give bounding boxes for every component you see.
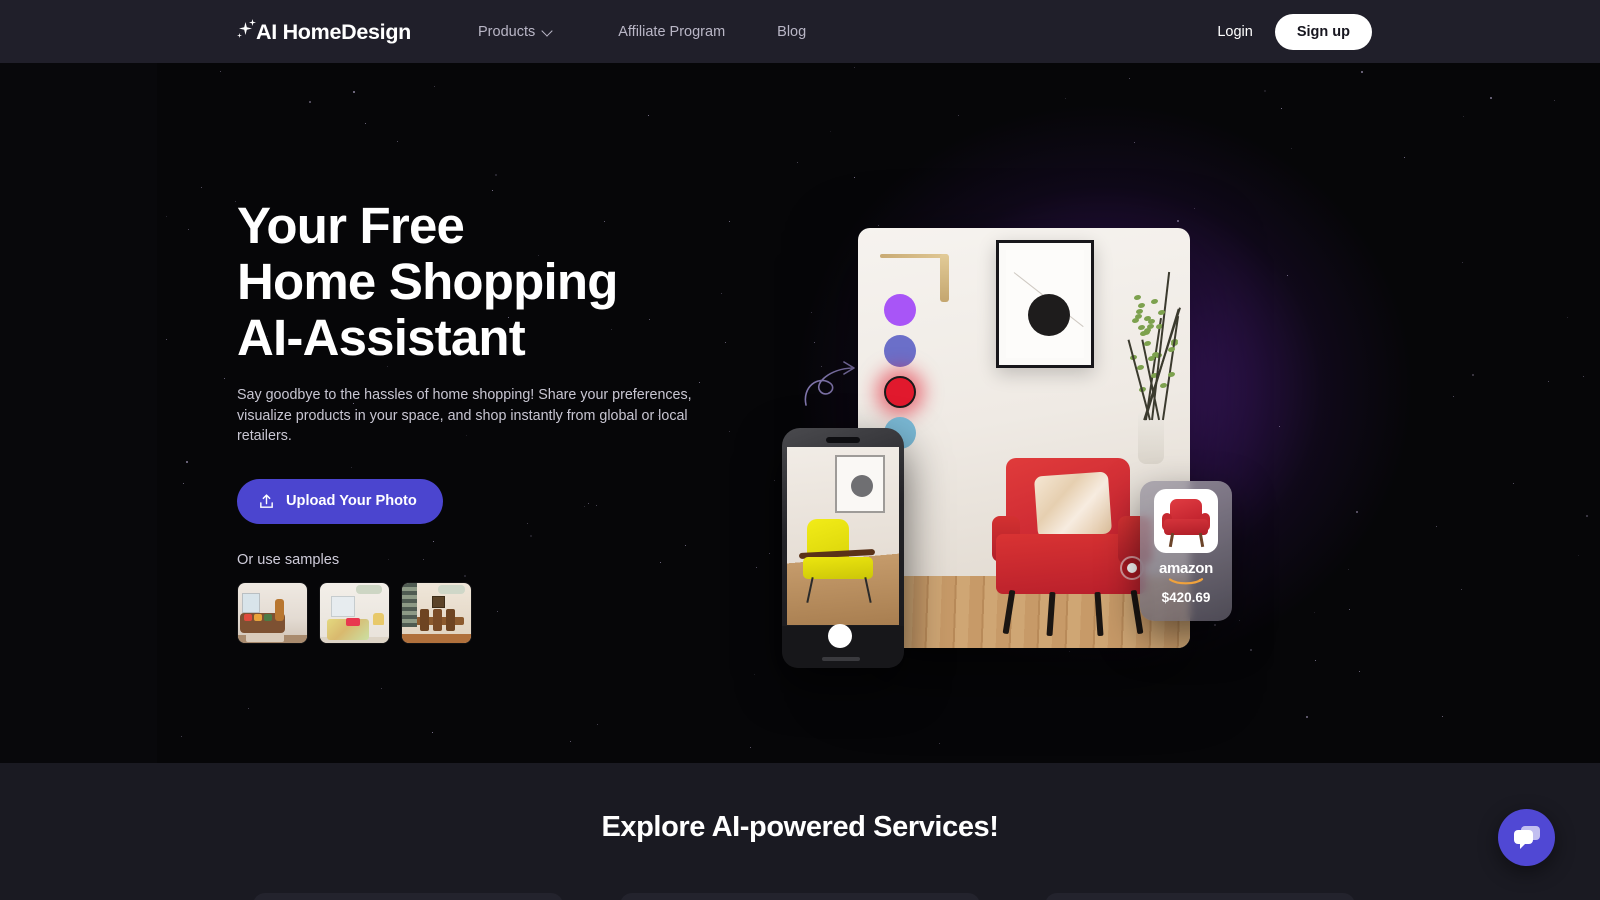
service-card-3[interactable] (1045, 893, 1355, 900)
logo-text-rest: HomeDesign (276, 19, 412, 44)
product-price: $420.69 (1161, 590, 1211, 605)
nav-item-affiliate-program-label: Affiliate Program (618, 23, 726, 40)
nav-item-blog-label: Blog (777, 23, 807, 40)
wall-art-frame (996, 240, 1094, 368)
throw-pillow (1033, 471, 1113, 539)
nav-links: Products Affiliate Program Blog (478, 0, 806, 63)
login-link[interactable]: Login (1217, 24, 1252, 40)
services-heading: Explore AI-powered Services! (601, 811, 999, 843)
product-thumbnail (1154, 489, 1218, 553)
product-price-card[interactable]: amazon $420.69 (1140, 481, 1232, 621)
phone-notch (826, 437, 860, 443)
service-card-list (0, 893, 1600, 900)
red-armchair (992, 458, 1162, 648)
nav-item-affiliate-program[interactable]: Affiliate Program (618, 24, 725, 40)
page-title: Your Free Home Shopping AI-Assistant (237, 197, 618, 366)
camera-shutter-button[interactable] (828, 624, 852, 648)
swatch-purple[interactable] (884, 294, 916, 326)
phone-mockup (782, 428, 904, 668)
chevron-down-icon (543, 26, 554, 37)
retailer-logo: amazon (1158, 560, 1214, 585)
sample-thumbnails (237, 581, 757, 644)
nav-actions: Login Sign up (1217, 0, 1372, 63)
wall-lamp-tube (940, 254, 949, 302)
phone-camera-preview (787, 447, 899, 625)
signup-button[interactable]: Sign up (1274, 13, 1372, 50)
phone-home-indicator (822, 657, 860, 661)
plant-decoration (1122, 271, 1182, 464)
wall-lamp-arm (880, 254, 948, 258)
amazon-smile-icon (1168, 578, 1204, 585)
phone-bottom-bar (782, 624, 904, 668)
bedroom-sample[interactable] (319, 581, 390, 644)
dining-room-sample[interactable] (401, 581, 472, 644)
chat-widget-button[interactable] (1498, 809, 1555, 866)
logo-text: AI HomeDesign (256, 20, 411, 45)
top-navigation-bar: AI HomeDesign Products Affiliate Program… (0, 0, 1600, 63)
amazon-wordmark: amazon (1158, 560, 1214, 577)
services-section: Explore AI-powered Services! (0, 763, 1600, 900)
chat-bubbles-icon (1513, 825, 1540, 849)
hero-illustration: amazon $420.69 (770, 213, 1250, 683)
nav-item-products[interactable]: Products (478, 24, 554, 40)
landing-page: AI HomeDesign Products Affiliate Program… (0, 0, 1600, 900)
upload-your-photo-button[interactable]: Upload Your Photo (237, 478, 443, 524)
sparkle-icon (237, 19, 259, 45)
hero-section: Your Free Home Shopping AI-Assistant Say… (0, 63, 1600, 763)
logo-text-ai: AI (256, 19, 277, 44)
swatch-red[interactable] (884, 376, 916, 408)
service-card-2[interactable] (620, 893, 980, 900)
site-logo[interactable]: AI HomeDesign (237, 17, 411, 47)
color-swatch-list (884, 294, 916, 449)
hero-subtitle: Say goodbye to the hassles of home shopp… (237, 387, 692, 444)
nav-item-blog[interactable]: Blog (777, 24, 806, 40)
or-use-samples-label: Or use samples (237, 551, 340, 568)
upload-your-photo-label: Upload Your Photo (286, 493, 417, 509)
hero-copy: Your Free Home Shopping AI-Assistant Say… (237, 198, 757, 644)
swatch-blue-violet[interactable] (884, 335, 916, 367)
service-card-1[interactable] (253, 893, 563, 900)
upload-icon (260, 493, 273, 508)
hero-left-gutter (0, 63, 157, 763)
living-room-sample[interactable] (237, 581, 308, 644)
nav-item-products-label: Products (478, 23, 536, 40)
